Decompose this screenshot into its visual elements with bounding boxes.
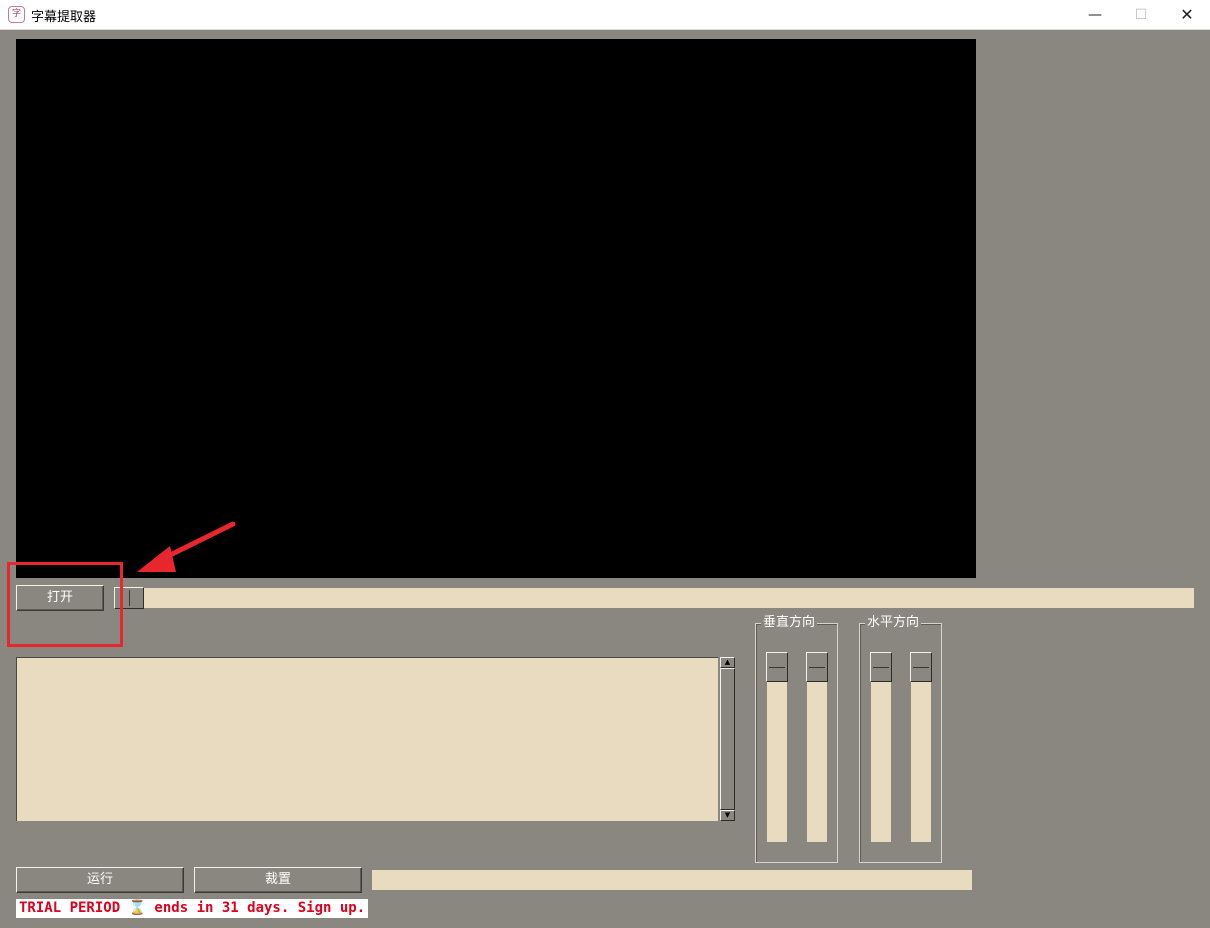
textarea-scrollbar[interactable]: ▲ ▼ [719,657,735,821]
vertical-bottom-slider[interactable] [806,652,828,842]
run-button[interactable]: 运行 [16,867,184,893]
scrollbar-thumb[interactable] [720,668,735,810]
vertical-bottom-thumb[interactable] [806,652,828,682]
video-progress-slider[interactable] [114,588,1194,608]
subtitle-output-textarea[interactable] [16,657,718,821]
video-preview[interactable] [16,39,976,578]
horizontal-direction-group: 水平方向 [859,615,942,863]
maximize-button[interactable]: ☐ [1118,0,1164,30]
vertical-direction-group: 垂直方向 [755,615,838,863]
scroll-up-arrow-icon[interactable]: ▲ [720,657,735,668]
window-title: 字幕提取器 [31,10,97,25]
horizontal-right-thumb[interactable] [910,652,932,682]
vertical-top-slider[interactable] [766,652,788,842]
subtitle-app-icon: 字 [8,6,25,23]
horizontal-right-slider[interactable] [910,652,932,842]
horizontal-left-slider[interactable] [870,652,892,842]
vertical-top-thumb[interactable] [766,652,788,682]
annotation-highlight-box [7,562,123,647]
title-bar: 字 字幕提取器 — ☐ ✕ [0,0,1210,30]
horizontal-direction-label: 水平方向 [865,615,922,631]
minimize-button[interactable]: — [1072,0,1118,30]
reset-button[interactable]: 裁置 [194,867,362,893]
scroll-down-arrow-icon[interactable]: ▼ [720,810,735,821]
vertical-direction-label: 垂直方向 [761,615,818,631]
status-field [372,870,972,890]
horizontal-left-thumb[interactable] [870,652,892,682]
close-button[interactable]: ✕ [1164,0,1210,30]
trial-notice[interactable]: TRIAL PERIOD ⌛ ends in 31 days. Sign up. [16,899,369,918]
